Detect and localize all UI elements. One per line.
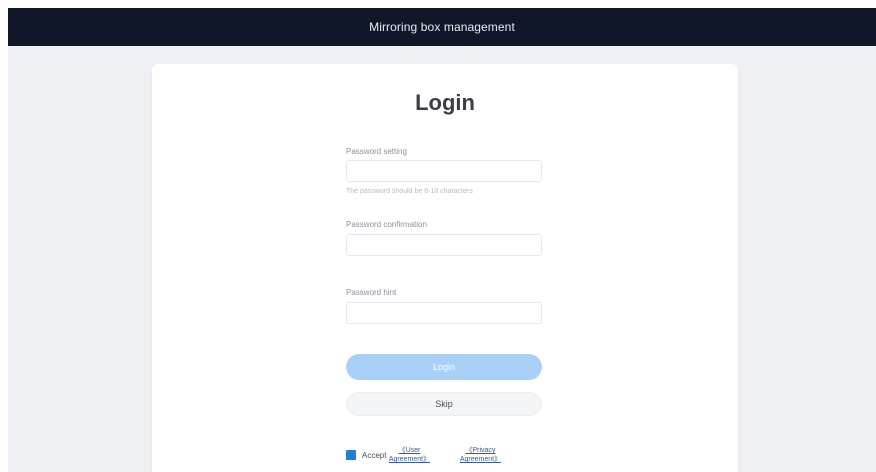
accept-checkbox[interactable]: [346, 450, 356, 460]
top-bar: Mirroring box management: [8, 8, 876, 46]
page-title: Login: [415, 90, 475, 115]
header-title: Mirroring box management: [369, 20, 515, 34]
password-confirmation-label: Password confirmation: [346, 220, 427, 229]
agreement-row: Accept 《User Agreement》 《Privacy Agreeme…: [346, 444, 506, 466]
app-window: Mirroring box management Login Password …: [8, 8, 876, 472]
login-card: Login Password setting The password shou…: [152, 64, 738, 472]
password-hint-label: Password hint: [346, 288, 397, 297]
privacy-agreement-link[interactable]: 《Privacy Agreement》: [454, 446, 506, 464]
password-length-hint: The password should be 6-18 characters: [346, 188, 473, 195]
accept-label: Accept: [362, 450, 387, 460]
password-setting-input[interactable]: [346, 160, 542, 182]
password-confirmation-input[interactable]: [346, 234, 542, 256]
password-hint-input[interactable]: [346, 302, 542, 324]
user-agreement-link[interactable]: 《User Agreement》: [386, 446, 432, 464]
skip-button[interactable]: Skip: [346, 392, 542, 416]
password-setting-label: Password setting: [346, 147, 407, 156]
login-button[interactable]: Login: [346, 354, 542, 380]
